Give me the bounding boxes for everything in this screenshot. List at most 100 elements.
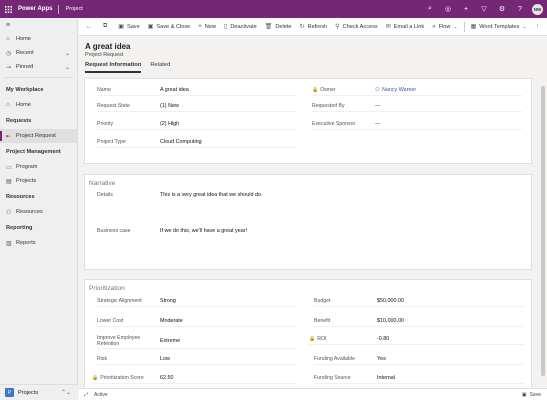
record-title: A great idea — [85, 42, 131, 51]
field-value[interactable]: Extreme — [160, 338, 180, 344]
popout-button[interactable]: ⧉ — [99, 18, 114, 36]
priority-field[interactable]: Priority (2) High — [97, 118, 297, 130]
sidebar-item-projects[interactable]: ▤ Projects — [0, 174, 77, 188]
sidebar-item-program[interactable]: ▭ Program — [0, 160, 77, 174]
app-launcher-icon[interactable] — [0, 0, 16, 18]
email-icon: ✉ — [385, 24, 391, 30]
deactivate-button[interactable]: ▯ Deactivate — [220, 18, 261, 36]
strategic-alignment-field[interactable]: Strategic Alignment Strong — [97, 295, 297, 307]
project-type-field[interactable]: Project Type Cloud Computing — [97, 136, 297, 148]
field-value[interactable]: (1) New — [160, 103, 179, 109]
word-icon: ▦ — [470, 24, 477, 30]
field-value[interactable]: ⚇ Nancy Warner — [375, 87, 416, 93]
email-link-button[interactable]: ✉ Email a Link — [382, 18, 429, 36]
resources-icon: ⚇ — [6, 209, 12, 216]
field-label: Funding Available — [314, 355, 355, 362]
score-label: Prioritization Score — [100, 374, 144, 381]
footer-save-button[interactable]: ▣ Save — [522, 392, 541, 398]
scrollbar-thumb[interactable] — [541, 86, 545, 376]
sidebar-item-recent[interactable]: ◷ Recent ⌄ — [0, 46, 77, 60]
check-access-label: Check Access — [342, 23, 378, 30]
sidebar-item-resources[interactable]: ⚇ Resources — [0, 205, 77, 219]
nav-group-title: Requests — [6, 118, 32, 124]
field-value[interactable]: Moderate — [160, 318, 183, 324]
field-value[interactable]: Strong — [160, 298, 176, 304]
word-templates-button[interactable]: ▦ Word Templates ⌄ — [467, 18, 531, 36]
user-icon: ⚇ — [375, 86, 380, 93]
field-value[interactable]: Internal — [377, 375, 395, 381]
chevron-down-icon[interactable]: ⌄ — [65, 50, 70, 57]
refresh-label: Refresh — [307, 23, 328, 30]
pin-icon: ⊸ — [6, 64, 12, 71]
check-access-button[interactable]: ⚲ Check Access — [331, 18, 382, 36]
flow-button[interactable]: » Flow ⌄ — [428, 18, 461, 36]
executive-sponsor-field[interactable]: Executive Sponsor --- — [312, 118, 522, 130]
field-value[interactable]: --- — [375, 103, 380, 109]
field-value[interactable]: $50,000.00 — [377, 298, 404, 304]
field-value[interactable]: $10,000.00 — [377, 318, 404, 324]
record-entity-name: Project Request — [85, 52, 124, 58]
sidebar-item-home[interactable]: ⌂ Home — [0, 32, 77, 46]
save-close-button[interactable]: ▣ Save & Close — [144, 18, 195, 36]
field-value[interactable]: If we do this, we'll have a great year! — [160, 228, 247, 234]
field-value[interactable]: A great idea — [160, 87, 189, 93]
benefit-field[interactable]: Benefit $10,000.00 — [314, 315, 524, 327]
owner-field[interactable]: 🔒 Owner ⚇ Nancy Warner — [312, 84, 522, 96]
help-icon[interactable]: ? — [511, 0, 529, 18]
risk-field[interactable]: Risk Low — [97, 353, 297, 365]
command-divider — [463, 21, 465, 32]
improve-retention-field[interactable]: Improve Employee Retention Extreme — [97, 333, 297, 349]
request-state-field[interactable]: Request State (1) New — [97, 100, 297, 112]
nav-group-title: Project Management — [6, 149, 61, 155]
chevron-down-icon[interactable]: ⌄ — [65, 64, 70, 71]
back-button[interactable]: ← — [82, 18, 99, 36]
area-switcher[interactable]: P Projects ⌃⌄ — [0, 384, 78, 400]
sidebar-item-project-request[interactable]: ⇤ Project Request — [0, 129, 77, 143]
record-form: A great idea Project Request Request Inf… — [79, 36, 547, 388]
delete-button[interactable]: 🗑 Delete — [261, 18, 296, 36]
expand-icon[interactable]: ⤢ — [84, 392, 88, 398]
field-value[interactable]: Low — [160, 356, 170, 362]
details-field[interactable]: Details This is a very great idea that we… — [97, 189, 517, 201]
field-value[interactable]: Yes — [377, 356, 386, 362]
funding-source-field[interactable]: Funding Source Internal — [314, 372, 524, 384]
app-name[interactable]: Power Apps — [16, 6, 58, 12]
hamburger-menu-icon[interactable]: ≡ — [0, 18, 77, 32]
tab-related[interactable]: Related — [150, 62, 170, 73]
sidebar-item-reports[interactable]: ▥ Reports — [0, 236, 77, 250]
sidebar-item-label: Recent — [16, 50, 34, 56]
field-value[interactable]: This is a very great idea that we should… — [160, 192, 262, 198]
vertical-scrollbar[interactable] — [539, 36, 547, 388]
search-icon[interactable]: ⌕ — [421, 0, 439, 18]
sidebar-item-label: Home — [16, 102, 31, 108]
field-value[interactable]: Cloud Computing — [160, 139, 202, 145]
field-label: Lower Cost — [97, 317, 124, 324]
sidebar-item-pinned[interactable]: ⊸ Pinned ⌄ — [0, 60, 77, 74]
refresh-button[interactable]: ↻ Refresh — [296, 18, 332, 36]
business-case-field[interactable]: Business case If we do this, we'll have a… — [97, 225, 517, 237]
lower-cost-field[interactable]: Lower Cost Moderate — [97, 315, 297, 327]
avatar[interactable]: NW — [532, 3, 543, 15]
field-value[interactable]: (2) High — [160, 121, 179, 127]
more-commands-button[interactable]: ⋮ — [531, 18, 545, 36]
deactivate-label: Deactivate — [230, 23, 257, 30]
funding-available-field[interactable]: Funding Available Yes — [314, 353, 524, 365]
environment-name[interactable]: Project — [59, 6, 82, 12]
new-button[interactable]: + New — [194, 18, 220, 36]
settings-icon[interactable]: ⚙ — [493, 0, 511, 18]
area-badge: P — [5, 388, 14, 397]
save-button[interactable]: ▣ Save — [114, 18, 143, 36]
task-icon[interactable]: ◎ — [439, 0, 457, 18]
program-icon: ▭ — [6, 164, 12, 171]
prioritization-score-field[interactable]: 🔒 Prioritization Score 62.50 — [92, 372, 297, 384]
add-icon[interactable]: + — [457, 0, 475, 18]
sidebar-item-workplace-home[interactable]: ⌂ Home — [0, 98, 77, 112]
owner-link[interactable]: Nancy Warner — [382, 87, 416, 93]
tab-request-information[interactable]: Request Information — [85, 62, 142, 73]
requested-by-field[interactable]: Requested By --- — [312, 100, 522, 112]
field-value[interactable]: --- — [375, 121, 380, 127]
filter-icon[interactable]: ▽ — [475, 0, 493, 18]
name-field[interactable]: Name A great idea — [97, 84, 297, 96]
budget-field[interactable]: Budget $50,000.00 — [314, 295, 524, 307]
roi-field[interactable]: 🔒 ROI -0.80 — [309, 333, 524, 345]
